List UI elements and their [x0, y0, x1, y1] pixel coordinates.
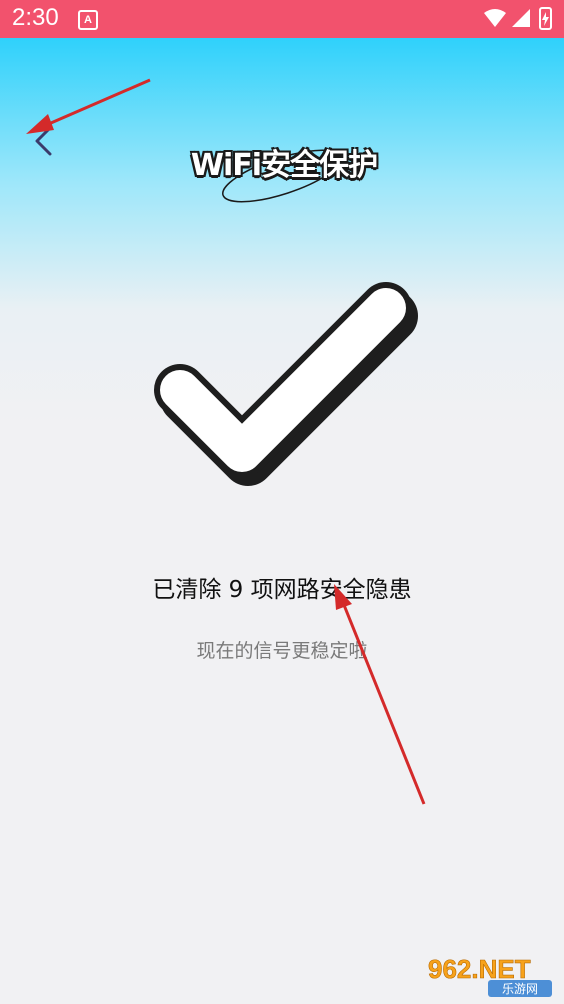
watermark-caption: 乐游网 — [502, 982, 538, 996]
result-subtext: 现在的信号更稳定啦 — [196, 640, 368, 662]
page-title-text: WiFi安全保护 — [190, 148, 378, 183]
app-notification-icon: A — [78, 10, 98, 30]
result-headline: 已清除 9 项网路安全隐患 — [152, 577, 412, 603]
back-button[interactable] — [28, 124, 62, 158]
signal-icon — [512, 9, 530, 27]
checkmark-icon — [154, 282, 418, 486]
status-time: 2:30 — [12, 4, 59, 31]
watermark-logo: 962.NET 乐游网 — [428, 954, 552, 997]
status-bar: 2:30 A — [0, 0, 564, 38]
wifi-protection-page: WiFi安全保护 已清除 9 项网路安全隐患 现在的信号更稳定啦 — [0, 38, 564, 1004]
chevron-left-icon — [35, 126, 52, 156]
battery-charging-icon — [539, 7, 552, 30]
system-status-icons — [484, 7, 552, 30]
wifi-icon — [484, 9, 506, 27]
watermark-logo-text: 962.NET — [428, 954, 531, 984]
page-title: WiFi安全保护 — [184, 134, 384, 214]
